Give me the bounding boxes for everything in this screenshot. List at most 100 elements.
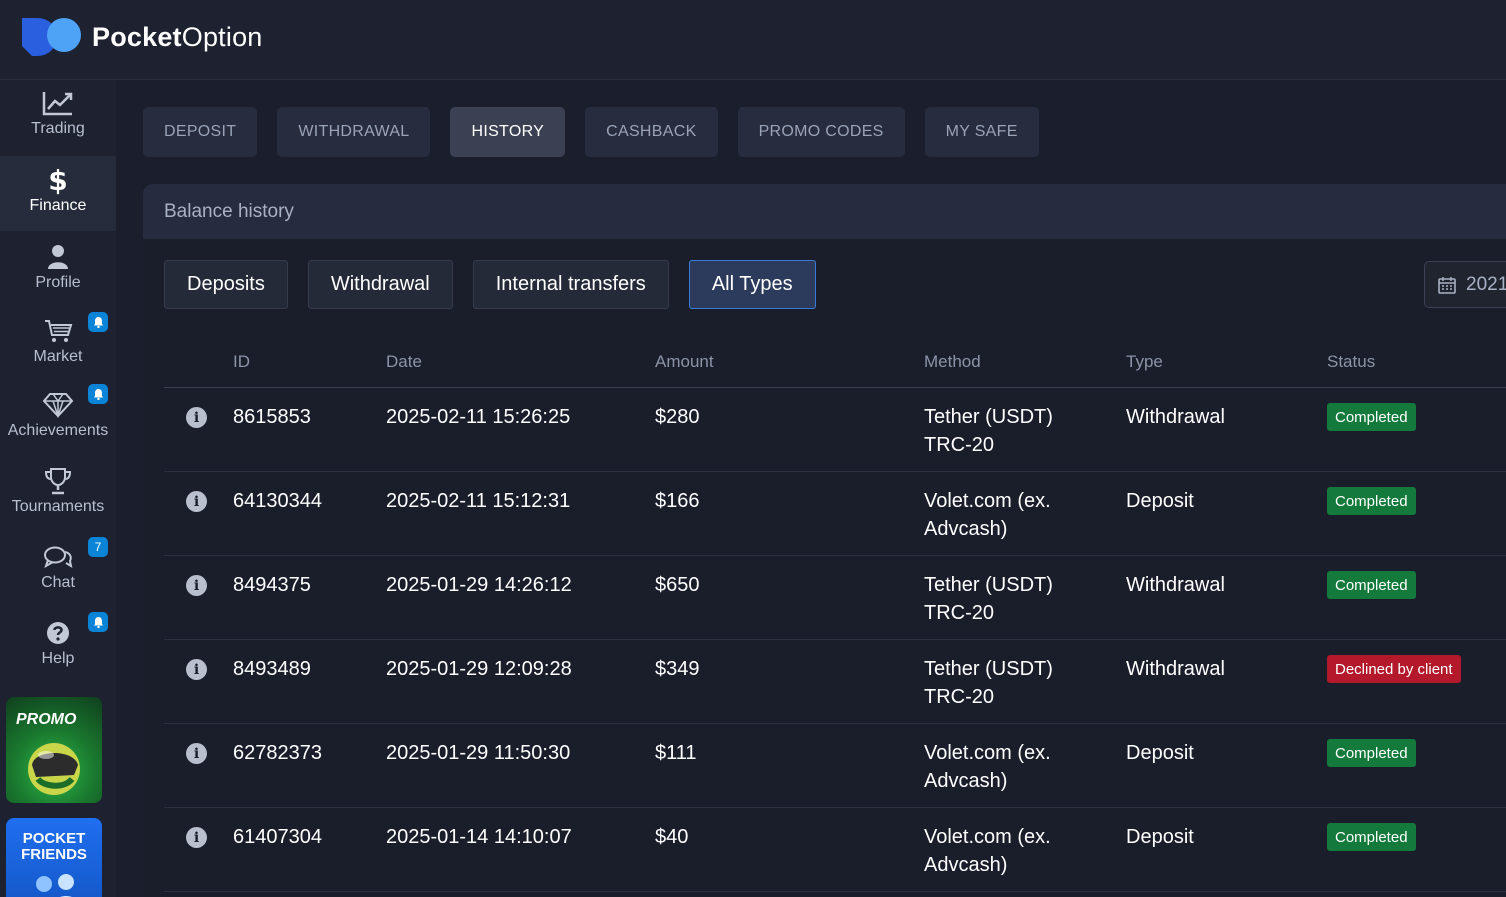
sidebar-item-profile[interactable]: Profile xyxy=(0,242,116,310)
pocket-friends-banner[interactable]: POCKET FRIENDS xyxy=(6,818,102,897)
bell-icon[interactable] xyxy=(88,384,108,404)
info-icon[interactable]: i xyxy=(186,407,207,428)
tab-promo-codes[interactable]: PROMO CODES xyxy=(737,107,905,157)
bell-icon[interactable] xyxy=(88,312,108,332)
tab-deposit[interactable]: DEPOSIT xyxy=(143,107,258,157)
cell-type: Deposit xyxy=(1126,742,1194,764)
bell-icon[interactable] xyxy=(88,612,108,632)
header-status: Status xyxy=(1327,352,1376,371)
header-type: Type xyxy=(1126,352,1163,371)
table-row: i 8615853 2025-02-11 15:26:25 $280 Tethe… xyxy=(164,388,1506,472)
sidebar-item-label: Achievements xyxy=(7,422,109,439)
cell-amount: $280 xyxy=(655,406,700,428)
sidebar-item-label: Trading xyxy=(31,120,85,137)
cell-id: 64130344 xyxy=(233,490,322,512)
cell-method: Volet.com (ex. Advcash) xyxy=(924,823,1051,879)
method-line2: Advcash) xyxy=(924,854,1008,876)
method-line1: Volet.com (ex. xyxy=(924,742,1051,764)
method-line1: Volet.com (ex. xyxy=(924,490,1051,512)
cell-method: Volet.com (ex. Advcash) xyxy=(924,487,1051,543)
balance-history-panel: Balance history Deposits Withdrawal Inte… xyxy=(143,184,1506,897)
info-icon[interactable]: i xyxy=(186,743,207,764)
cell-type: Withdrawal xyxy=(1126,406,1225,428)
table-row: i 61407304 2025-01-14 14:10:07 $40 Volet… xyxy=(164,808,1506,892)
cell-type: Withdrawal xyxy=(1126,658,1225,680)
info-icon[interactable]: i xyxy=(186,659,207,680)
date-range-picker[interactable]: 2021 xyxy=(1424,261,1506,308)
chart-line-icon xyxy=(42,88,74,118)
filter-withdrawal[interactable]: Withdrawal xyxy=(307,260,453,309)
method-line1: Tether (USDT) xyxy=(924,574,1053,596)
sidebar-item-finance[interactable]: $ Finance xyxy=(0,156,116,231)
cell-method: Volet.com (ex. Advcash) xyxy=(924,739,1051,795)
pocket-friends-line1: POCKET xyxy=(22,830,86,847)
brand-name: PocketOption xyxy=(92,21,263,52)
status-badge: Completed xyxy=(1327,403,1416,431)
sidebar-item-label: Help xyxy=(41,650,75,667)
table-header: ID Date Amount Method Type Status xyxy=(164,334,1506,388)
filter-all-types[interactable]: All Types xyxy=(688,260,816,309)
logo-icon xyxy=(22,18,81,56)
status-badge: Completed xyxy=(1327,487,1416,515)
chat-icon xyxy=(43,542,73,572)
filter-internal-transfers[interactable]: Internal transfers xyxy=(472,260,669,309)
sidebar-item-trading[interactable]: Trading xyxy=(0,88,116,156)
table-row: i 62782373 2025-01-29 11:50:30 $111 Vole… xyxy=(164,724,1506,808)
sidebar: Trading $ Finance Profile Market Achieve… xyxy=(0,80,116,897)
panel-title: Balance history xyxy=(143,184,1506,239)
pocket-friends-title: POCKET FRIENDS xyxy=(6,831,102,863)
cell-method: Tether (USDT) TRC-20 xyxy=(924,571,1053,627)
cell-date: 2025-02-11 15:12:31 xyxy=(386,490,571,512)
cell-amount: $40 xyxy=(655,826,689,848)
tab-history[interactable]: HISTORY xyxy=(450,107,566,157)
header-id: ID xyxy=(233,352,250,371)
header-amount: Amount xyxy=(655,352,714,371)
promo-banner[interactable]: PROMO xyxy=(6,697,102,803)
method-line1: Tether (USDT) xyxy=(924,658,1053,680)
promo-label: PROMO xyxy=(16,711,77,728)
cart-icon xyxy=(43,316,73,346)
helmet-icon xyxy=(28,743,80,795)
table-row: i 64130344 2025-02-11 15:12:31 $166 Vole… xyxy=(164,472,1506,556)
method-line2: Advcash) xyxy=(924,770,1008,792)
finance-tabs: DEPOSIT WITHDRAWAL HISTORY CASHBACK PROM… xyxy=(143,107,1059,157)
friends-icon xyxy=(36,874,74,897)
pocket-friends-line2: FRIENDS xyxy=(21,846,87,863)
dollar-icon: $ xyxy=(48,163,68,197)
cell-id: 8493489 xyxy=(233,658,311,680)
tab-cashback[interactable]: CASHBACK xyxy=(585,107,718,157)
cell-date: 2025-01-29 11:50:30 xyxy=(386,742,571,764)
cell-date: 2025-01-29 14:26:12 xyxy=(386,574,572,596)
info-icon[interactable]: i xyxy=(186,491,207,512)
sidebar-item-label: Market xyxy=(33,348,83,365)
cell-type: Deposit xyxy=(1126,826,1194,848)
logo[interactable]: PocketOption xyxy=(20,16,263,58)
diamond-icon xyxy=(42,390,74,420)
cell-amount: $349 xyxy=(655,658,700,680)
header-method: Method xyxy=(924,352,981,371)
calendar-icon xyxy=(1438,276,1456,294)
sidebar-item-tournaments[interactable]: Tournaments xyxy=(0,466,116,534)
cell-type: Deposit xyxy=(1126,490,1194,512)
cell-method: Tether (USDT) TRC-20 xyxy=(924,655,1053,711)
sidebar-item-label: Tournaments xyxy=(11,498,105,515)
history-table: ID Date Amount Method Type Status i 8615… xyxy=(164,334,1506,892)
type-filters: Deposits Withdrawal Internal transfers A… xyxy=(164,260,836,309)
status-badge: Declined by client xyxy=(1327,655,1461,683)
info-icon[interactable]: i xyxy=(186,827,207,848)
tab-my-safe[interactable]: MY SAFE xyxy=(924,107,1039,157)
cell-date: 2025-02-11 15:26:25 xyxy=(386,406,571,428)
cell-id: 8494375 xyxy=(233,574,311,596)
trophy-icon xyxy=(43,466,73,496)
cell-id: 61407304 xyxy=(233,826,322,848)
table-row: i 8494375 2025-01-29 14:26:12 $650 Tethe… xyxy=(164,556,1506,640)
status-badge: Completed xyxy=(1327,739,1416,767)
table-row: i 8493489 2025-01-29 12:09:28 $349 Tethe… xyxy=(164,640,1506,724)
info-icon[interactable]: i xyxy=(186,575,207,596)
chat-count-badge: 7 xyxy=(88,537,108,557)
tab-withdrawal[interactable]: WITHDRAWAL xyxy=(277,107,431,157)
filter-deposits[interactable]: Deposits xyxy=(164,260,288,309)
cell-amount: $166 xyxy=(655,490,700,512)
method-line2: TRC-20 xyxy=(924,602,995,624)
method-line2: TRC-20 xyxy=(924,686,995,708)
